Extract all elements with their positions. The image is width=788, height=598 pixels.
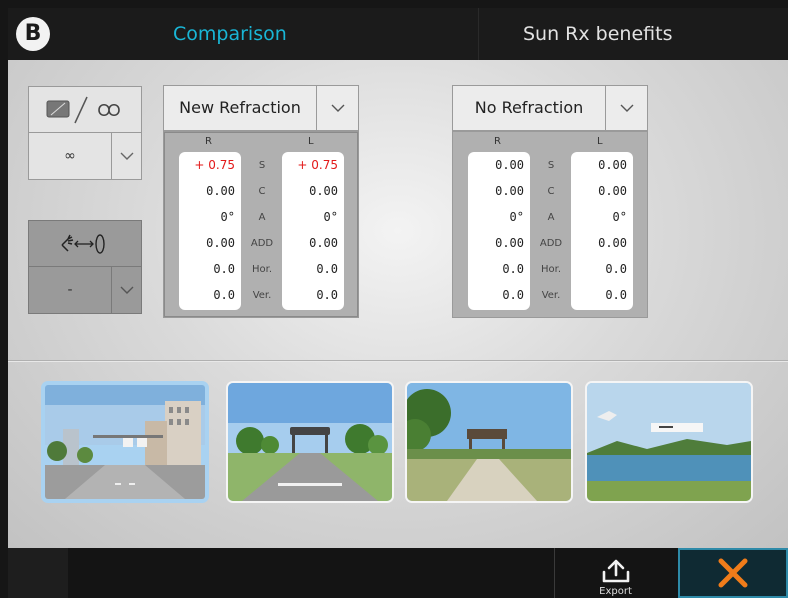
sphere-label: S [547,160,555,171]
tab-sun-rx-benefits[interactable]: Sun Rx benefits [523,8,672,60]
city-street-scene-thumbnail[interactable] [41,381,209,503]
close-icon [718,558,748,588]
horizontal-prism-label: Hor. [251,264,272,275]
horizontal-prism-r-value[interactable]: 0.0 [468,262,524,276]
cylinder-label: C [258,186,266,197]
hand-eye-distance-icon [61,233,105,254]
export-label: Export [599,586,632,597]
vertical-prism-l-value[interactable]: 0.0 [571,288,627,302]
viewer-distance-select[interactable]: - [29,267,141,313]
cylinder-label: C [547,186,555,197]
distance-value: ∞ [64,148,76,164]
horizontal-prism-label: Hor. [540,264,561,275]
left-eye-column[interactable] [282,152,344,310]
no-refraction-header[interactable]: No Refraction [452,85,648,131]
chevron-down-icon[interactable] [605,86,647,130]
lakeside-path-scene-thumbnail[interactable] [405,381,573,503]
column-l-label: L [597,136,603,147]
no-refraction-values: R L 0.00 S 0.00 0.00 C 0.00 0° A 0° 0.00… [452,131,648,318]
horizontal-prism-l-value[interactable]: 0.0 [282,262,338,276]
screen-infinity-icon [46,96,120,123]
add-label: ADD [539,238,563,249]
section-divider [8,360,788,362]
right-eye-column[interactable] [468,152,530,310]
column-r-label: R [494,136,501,147]
distance-select[interactable]: ∞ [29,133,141,179]
right-eye-column[interactable] [179,152,241,310]
distance-control: ∞ [28,86,142,180]
no-refraction-label: No Refraction [474,98,584,117]
cylinder-r-value[interactable]: 0.00 [468,184,524,198]
add-l-value[interactable]: 0.00 [571,236,627,250]
left-eye-column[interactable] [571,152,633,310]
new-refraction-label: New Refraction [179,98,301,117]
new-refraction-values: R L + 0.75 S + 0.75 0.00 C 0.00 0° A 0° … [163,131,359,318]
new-refraction-header[interactable]: New Refraction [163,85,359,131]
add-l-value[interactable]: 0.00 [282,236,338,250]
lakeside-path-scene-image [407,383,571,501]
no-refraction-panel[interactable]: No Refraction R L 0.00 S 0.00 0.00 C 0.0… [452,85,648,318]
lake-bird-scene-thumbnail[interactable] [585,381,753,503]
vertical-prism-l-value[interactable]: 0.0 [282,288,338,302]
close-button[interactable] [678,548,788,598]
viewer-distance-value: - [67,282,73,298]
sphere-r-value[interactable]: 0.00 [468,158,524,172]
horizontal-prism-r-value[interactable]: 0.0 [179,262,235,276]
chevron-down-icon[interactable] [111,133,141,179]
logo-icon: B [16,17,50,51]
upload-icon [602,559,629,583]
sphere-l-value[interactable]: + 0.75 [282,158,338,172]
distance-mode-button[interactable] [29,87,141,133]
cylinder-l-value[interactable]: 0.00 [282,184,338,198]
cylinder-r-value[interactable]: 0.00 [179,184,235,198]
chevron-down-icon[interactable] [111,267,141,313]
cylinder-l-value[interactable]: 0.00 [571,184,627,198]
road-gate-scene-thumbnail[interactable] [226,381,394,503]
vertical-prism-r-value[interactable]: 0.0 [468,288,524,302]
column-r-label: R [205,136,212,147]
tab-comparison[interactable]: Comparison [173,8,287,60]
sphere-l-value[interactable]: 0.00 [571,158,627,172]
horizontal-prism-l-value[interactable]: 0.0 [571,262,627,276]
column-l-label: L [308,136,314,147]
axis-label: A [547,212,555,223]
road-gate-scene-image [228,383,392,501]
chevron-down-icon[interactable] [316,86,358,130]
lake-bird-scene-image [587,383,751,501]
sphere-r-value[interactable]: + 0.75 [179,158,235,172]
main-panel: ∞ - New Refraction R L + 0.75 S + 0.75 0… [8,60,788,548]
top-bar: B Comparison Sun Rx benefits [8,8,788,60]
axis-l-value[interactable]: 0° [282,210,338,224]
axis-l-value[interactable]: 0° [571,210,627,224]
vertical-prism-label: Ver. [252,290,272,301]
axis-r-value[interactable]: 0° [179,210,235,224]
add-r-value[interactable]: 0.00 [468,236,524,250]
bottom-left-panel [8,548,68,598]
axis-label: A [258,212,266,223]
add-r-value[interactable]: 0.00 [179,236,235,250]
vertical-prism-label: Ver. [541,290,561,301]
bottom-bar: Export [8,548,788,598]
add-label: ADD [250,238,274,249]
viewer-mode-button[interactable] [29,221,141,267]
app-window: B Comparison Sun Rx benefits ∞ - New Ref… [0,0,788,598]
sphere-label: S [258,160,266,171]
export-button[interactable]: Export [554,548,676,598]
vertical-prism-r-value[interactable]: 0.0 [179,288,235,302]
axis-r-value[interactable]: 0° [468,210,524,224]
new-refraction-panel[interactable]: New Refraction R L + 0.75 S + 0.75 0.00 … [163,85,359,318]
viewer-distance-control: - [28,220,142,314]
tab-divider [478,8,479,60]
city-street-scene-image [45,385,205,499]
